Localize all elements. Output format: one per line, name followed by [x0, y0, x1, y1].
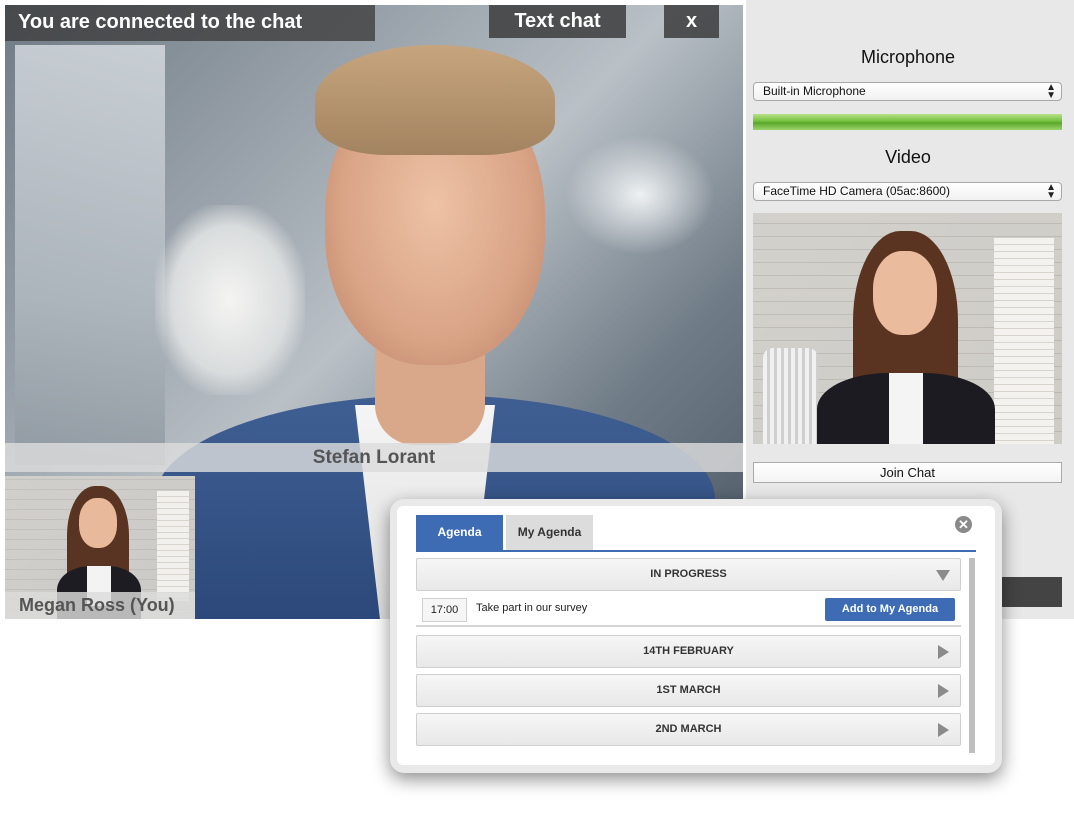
pip-shutter	[157, 491, 189, 601]
background-light	[565, 135, 715, 255]
self-participant-name: Megan Ross (You)	[5, 592, 195, 619]
section-14th-february[interactable]: 14TH FEBRUARY	[416, 635, 961, 668]
connection-status-bar: You are connected to the chat	[5, 5, 375, 41]
preview-person-shirt	[889, 373, 923, 444]
tab-agenda[interactable]: Agenda	[416, 515, 503, 550]
chevron-down-icon	[936, 570, 950, 581]
microphone-level-meter	[753, 114, 1062, 130]
section-in-progress[interactable]: IN PROGRESS	[416, 558, 961, 591]
chevron-right-icon	[938, 684, 949, 698]
preview-chair	[763, 348, 818, 444]
microphone-select-value: Built-in Microphone	[763, 84, 866, 98]
agenda-item: 17:00 Take part in our survey Add to My …	[416, 592, 961, 627]
tab-my-agenda[interactable]: My Agenda	[506, 515, 593, 550]
agenda-scrollbar[interactable]	[969, 558, 975, 753]
microphone-select[interactable]: Built-in Microphone ▲ ▼	[753, 82, 1062, 101]
agenda-item-title: Take part in our survey	[476, 602, 588, 614]
self-video-pip: Megan Ross (You)	[5, 476, 195, 619]
text-chat-button[interactable]: Text chat	[489, 5, 626, 38]
select-arrows-icon: ▲ ▼	[1046, 182, 1056, 201]
select-arrows-icon: ▲ ▼	[1046, 82, 1056, 101]
app-root: You are connected to the chat Text chat …	[0, 0, 1074, 826]
section-label: 2ND MARCH	[655, 723, 722, 735]
join-chat-button[interactable]: Join Chat	[753, 462, 1062, 483]
close-icon[interactable]: ✕	[955, 516, 972, 533]
section-label: IN PROGRESS	[650, 568, 727, 580]
tab-underline	[416, 550, 976, 552]
agenda-item-time: 17:00	[422, 598, 467, 622]
chevron-right-icon	[938, 645, 949, 659]
agenda-popup: ✕ Agenda My Agenda IN PROGRESS 17:00 Tak…	[397, 506, 995, 765]
background-window	[15, 45, 165, 465]
microphone-heading: Microphone	[860, 47, 956, 67]
pip-person-face	[79, 498, 117, 548]
agenda-scrollbar-thumb[interactable]	[969, 558, 975, 753]
video-heading: Video	[885, 147, 931, 167]
background-lamp	[155, 205, 305, 395]
camera-preview	[753, 213, 1062, 444]
section-1st-march[interactable]: 1ST MARCH	[416, 674, 961, 707]
section-label: 1ST MARCH	[656, 684, 721, 696]
preview-shutter	[994, 238, 1054, 444]
chevron-right-icon	[938, 723, 949, 737]
camera-select[interactable]: FaceTime HD Camera (05ac:8600) ▲ ▼	[753, 182, 1062, 201]
add-to-my-agenda-button[interactable]: Add to My Agenda	[825, 598, 955, 621]
remote-participant-name: Stefan Lorant	[5, 443, 743, 472]
section-label: 14TH FEBRUARY	[643, 645, 734, 657]
section-2nd-march[interactable]: 2ND MARCH	[416, 713, 961, 746]
remote-person-hair	[315, 45, 555, 155]
connection-status-text: You are connected to the chat	[18, 11, 303, 33]
close-video-button[interactable]: x	[664, 5, 719, 38]
preview-person-face	[873, 251, 937, 335]
camera-select-value: FaceTime HD Camera (05ac:8600)	[763, 184, 950, 198]
